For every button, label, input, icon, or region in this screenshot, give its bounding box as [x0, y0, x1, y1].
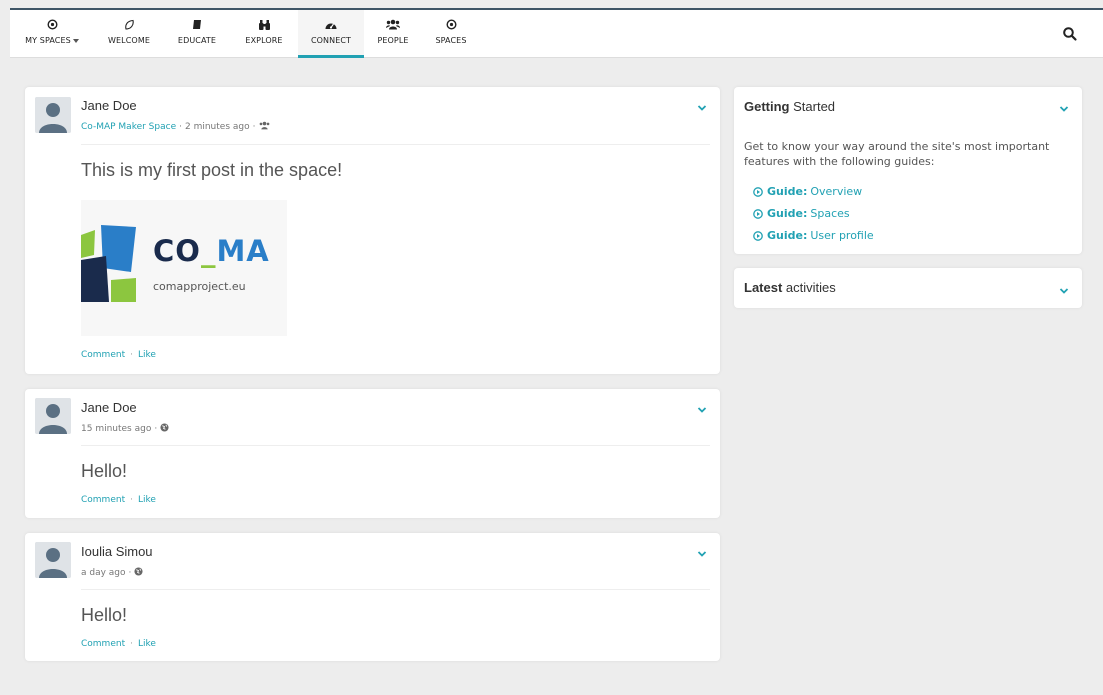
latest-activities-panel: Latest activities — [734, 268, 1082, 308]
chevron-down-icon[interactable] — [696, 545, 708, 557]
guide-prefix: Guide: — [767, 229, 808, 242]
nav-label: PEOPLE — [377, 36, 409, 45]
meta-separator: · — [252, 122, 256, 132]
comment-link[interactable]: Comment — [81, 350, 125, 360]
post-actions: Comment · Like — [81, 495, 156, 505]
guide-intro: Get to know your way around the site's m… — [744, 140, 1050, 168]
comment-link[interactable]: Comment — [81, 495, 125, 505]
post-image[interactable]: CO_MA comapproject.eu — [81, 200, 287, 336]
avatar[interactable] — [35, 97, 71, 133]
post-meta: a day ago · — [81, 567, 143, 579]
meta-separator: · — [179, 122, 182, 132]
top-navigation-bar: MY SPACES WELCOME EDUCATE EXPLORE CONNEC… — [10, 10, 1103, 58]
panel-title-rest: Started — [793, 99, 836, 114]
avatar[interactable] — [35, 398, 71, 434]
like-link[interactable]: Like — [138, 639, 156, 649]
leaf-icon — [124, 16, 135, 33]
comment-link[interactable]: Comment — [81, 639, 125, 649]
caret-down-icon — [72, 38, 79, 43]
nav-label: MY SPACES — [25, 36, 71, 45]
chevron-down-icon[interactable] — [696, 401, 708, 413]
nav-explore[interactable]: EXPLORE — [230, 10, 298, 58]
meta-separator: · — [154, 424, 158, 434]
panel-title: Latest activities — [744, 280, 836, 295]
post-space-link[interactable]: Co-MAP Maker Space — [81, 122, 176, 132]
divider — [81, 589, 710, 590]
post-text: Hello! — [81, 461, 128, 481]
nav-educate[interactable]: EDUCATE — [164, 10, 230, 58]
post-text: Hello! — [81, 605, 128, 625]
post-card: Jane Doe Co-MAP Maker Space · 2 minutes … — [25, 87, 720, 374]
like-link[interactable]: Like — [138, 495, 156, 505]
nav-label: EDUCATE — [177, 36, 217, 45]
nav-label: EXPLORE — [245, 36, 283, 45]
chevron-down-icon[interactable] — [1058, 282, 1070, 294]
action-separator: · — [130, 495, 133, 505]
users-icon — [386, 16, 400, 33]
play-circle-icon — [753, 208, 763, 219]
book-icon — [192, 16, 202, 33]
users-icon — [259, 121, 270, 133]
logo-wordmark: CO_MA — [153, 234, 270, 268]
getting-started-panel: Getting Started Get to know your way aro… — [734, 87, 1082, 254]
nav-welcome[interactable]: WELCOME — [94, 10, 164, 58]
globe-icon — [160, 423, 169, 435]
guide-link-user-profile[interactable]: Guide: User profile — [753, 229, 874, 242]
guide-link-spaces[interactable]: Guide: Spaces — [753, 207, 850, 220]
post-author[interactable]: Jane Doe — [81, 400, 137, 415]
nav-label: SPACES — [435, 36, 467, 45]
post-actions: Comment · Like — [81, 639, 156, 649]
post-actions: Comment · Like — [81, 350, 156, 360]
guide-link-overview[interactable]: Guide: Overview — [753, 185, 862, 198]
guide-label: Overview — [810, 185, 863, 198]
panel-title-rest: activities — [785, 280, 836, 295]
post-author[interactable]: Ioulia Simou — [81, 544, 153, 559]
guide-prefix: Guide: — [767, 207, 808, 220]
play-circle-icon — [753, 230, 763, 241]
panel-title: Getting Started — [744, 99, 835, 114]
action-separator: · — [130, 350, 133, 360]
avatar[interactable] — [35, 542, 71, 578]
binoculars-icon — [258, 16, 271, 33]
post-author[interactable]: Jane Doe — [81, 98, 137, 113]
guide-prefix: Guide: — [767, 185, 808, 198]
nav-my-spaces[interactable]: MY SPACES — [10, 10, 94, 58]
post-time[interactable]: 15 minutes ago — [81, 424, 151, 434]
guide-label: User profile — [810, 229, 874, 242]
nav-people[interactable]: PEOPLE — [364, 10, 422, 58]
nav-label: CONNECT — [310, 36, 352, 45]
comap-logo — [81, 200, 287, 336]
post-meta: 15 minutes ago · — [81, 423, 169, 435]
chevron-down-icon[interactable] — [696, 99, 708, 111]
dashboard-icon — [325, 16, 337, 33]
post-card: Ioulia Simou a day ago · Hello! Comment … — [25, 533, 720, 661]
post-time[interactable]: 2 minutes ago — [185, 122, 250, 132]
post-card: Jane Doe 15 minutes ago · Hello! Comment… — [25, 389, 720, 518]
search-icon[interactable] — [1062, 26, 1078, 42]
nav-label: WELCOME — [108, 36, 150, 45]
post-text: This is my first post in the space! — [81, 160, 343, 180]
guide-label: Spaces — [810, 207, 850, 220]
panel-title-bold: Latest — [744, 280, 783, 295]
meta-separator: · — [128, 568, 132, 578]
circle-dot-icon — [445, 16, 457, 33]
chevron-down-icon[interactable] — [1058, 100, 1070, 112]
logo-domain: comapproject.eu — [153, 280, 246, 293]
divider — [81, 445, 710, 446]
main-nav: MY SPACES WELCOME EDUCATE EXPLORE CONNEC… — [10, 10, 480, 58]
panel-title-bold: Getting — [744, 99, 790, 114]
divider — [81, 144, 710, 145]
nav-connect[interactable]: CONNECT — [298, 10, 364, 58]
circle-dot-icon — [46, 16, 58, 33]
nav-spaces[interactable]: SPACES — [422, 10, 480, 58]
post-meta: Co-MAP Maker Space · 2 minutes ago · — [81, 121, 270, 133]
action-separator: · — [130, 639, 133, 649]
play-circle-icon — [753, 186, 763, 197]
post-time[interactable]: a day ago — [81, 568, 126, 578]
globe-icon — [134, 567, 143, 579]
like-link[interactable]: Like — [138, 350, 156, 360]
